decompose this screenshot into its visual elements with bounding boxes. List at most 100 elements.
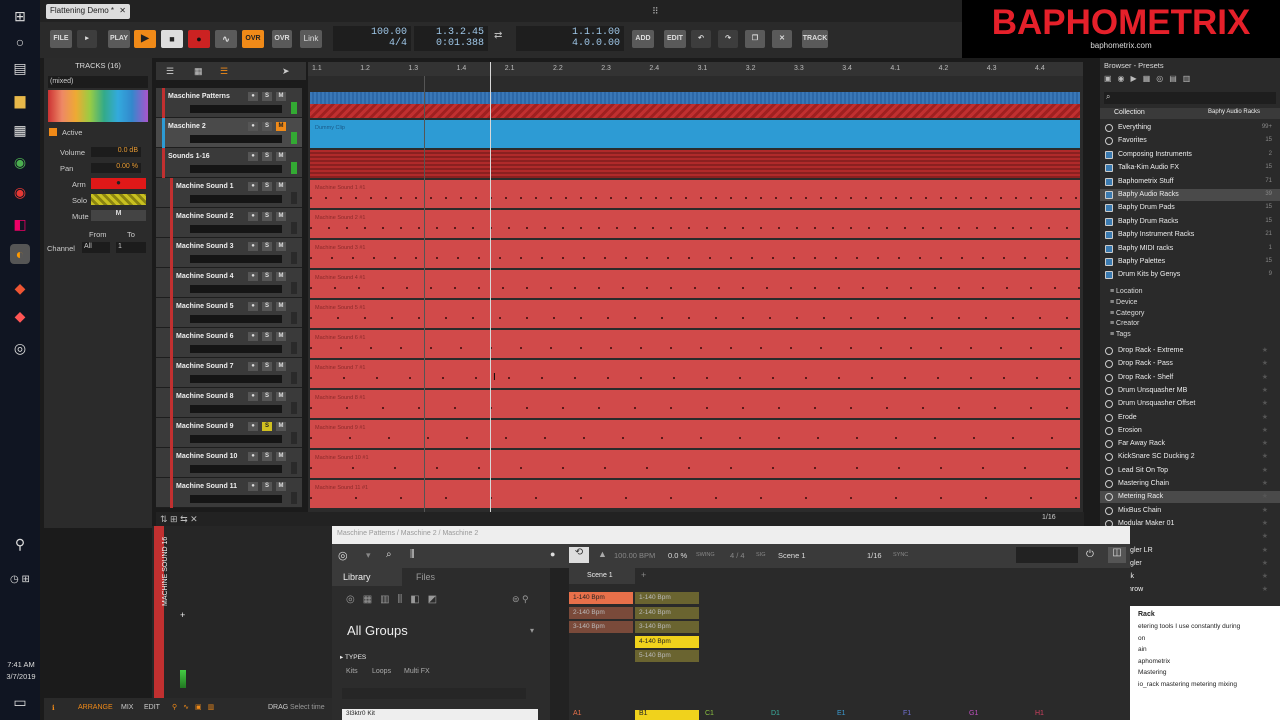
collection-item[interactable]: Baphy Palettes 15 (1100, 256, 1280, 268)
collection-item[interactable]: Baphy Audio Racks 39 (1100, 189, 1280, 201)
track-solo-button[interactable]: S (262, 302, 272, 311)
punch-icon[interactable]: ⇄ (494, 30, 502, 41)
app4-icon[interactable]: ◆ (10, 306, 30, 326)
track-mute-button[interactable]: M (276, 92, 286, 101)
preset-item[interactable]: Erode ★ (1100, 412, 1280, 424)
track-volume-fader[interactable] (190, 405, 282, 413)
ovr-button[interactable]: OVR (242, 30, 264, 48)
track-solo-button[interactable]: S (262, 392, 272, 401)
folder-icon[interactable]: ▆ (10, 90, 30, 110)
track-mute-button[interactable]: M (276, 452, 286, 461)
ovr2-button[interactable]: OVR (272, 30, 292, 48)
tempo-display[interactable]: 100.00 4/4 (333, 26, 411, 51)
stop-button[interactable]: ■ (161, 30, 183, 48)
track-volume-fader[interactable] (190, 195, 282, 203)
chrome-icon[interactable]: ◉ (10, 152, 30, 172)
favorite-star-icon[interactable]: ★ (1262, 492, 1268, 500)
pattern-clip[interactable]: 3-140 Bpm (569, 621, 633, 634)
vivaldi-icon[interactable]: ◉ (10, 182, 30, 202)
group-tab[interactable]: G1 (965, 710, 1029, 720)
ruler[interactable]: 1.1 1.2 1.3 1.4 2.1 2.2 2.3 2.4 3.1 3.2 3.3 3.4 4.1 4… (308, 62, 1083, 76)
track-mute-button[interactable]: M (276, 212, 286, 221)
maschine-grid[interactable]: 1/16 (867, 551, 882, 560)
preset-item[interactable]: Lead Sit On Top ★ (1100, 465, 1280, 477)
preset-item[interactable]: Drop Rack - Pass ★ (1100, 358, 1280, 370)
track-header[interactable]: Machine Sound 3 ● S M (156, 238, 302, 268)
preset-item[interactable]: Drum Unsquasher Offset ★ (1100, 398, 1280, 410)
track-solo-button[interactable]: S (262, 422, 272, 431)
group-tab[interactable]: E1 (833, 710, 897, 720)
search-icon[interactable]: ○ (10, 32, 30, 52)
preset-item[interactable]: MixBus Chain ★ (1100, 505, 1280, 517)
people-icon[interactable]: ⚲ (10, 534, 30, 554)
track-header[interactable]: Machine Sound 7 ● S M (156, 358, 302, 388)
track-mute-button[interactable]: M (276, 272, 286, 281)
info-icon[interactable]: ℹ (52, 704, 55, 712)
pattern-clip[interactable]: 1-140 Bpm (569, 592, 633, 604)
position-display[interactable]: 1.3.2.45 0:01.388 (414, 26, 488, 51)
arm-button[interactable]: ● (91, 178, 146, 189)
mute-button[interactable]: M (91, 210, 146, 221)
collection-header[interactable]: Collection Baphy Audio Racks (1100, 108, 1280, 119)
collection-item[interactable]: Baphometrix Stuff 71 (1100, 176, 1280, 188)
track-record-button[interactable]: ● (248, 92, 258, 101)
track-solo-button[interactable]: S (262, 482, 272, 491)
track-name-field[interactable]: (mixed) (48, 76, 148, 88)
group-tab[interactable]: A1 (569, 710, 633, 720)
clip-lane[interactable]: Machine Sound 7 #1 (310, 360, 1080, 388)
preset-item[interactable]: Drop Rack - Shelf ★ (1100, 372, 1280, 384)
play-button[interactable]: ▶ (134, 30, 156, 48)
track-button[interactable]: TRACK (802, 30, 828, 48)
track-header[interactable]: Machine Sound 5 ● S M (156, 298, 302, 328)
track-header[interactable]: Maschine 2 ● S M (156, 118, 302, 148)
track-mute-button[interactable]: M (276, 332, 286, 341)
track-volume-fader[interactable] (190, 255, 282, 263)
clip-lane[interactable] (310, 92, 1080, 118)
favorite-star-icon[interactable]: ★ (1262, 572, 1268, 580)
color-palette[interactable] (48, 90, 148, 122)
favorite-star-icon[interactable]: ★ (1262, 452, 1268, 460)
track-mute-button[interactable]: M (276, 482, 286, 491)
browser-icon[interactable]: ⌕ (386, 549, 392, 560)
task-view-icon[interactable]: ▤ (10, 58, 30, 78)
track-header[interactable]: Machine Sound 1 ● S M (156, 178, 302, 208)
track-volume-fader[interactable] (190, 165, 282, 173)
track-mute-button[interactable]: M (276, 422, 286, 431)
project-tab[interactable]: Flattening Demo * ✕ (46, 4, 130, 19)
maschine-logo-icon[interactable]: ◎ (338, 549, 348, 562)
collection-item[interactable]: Baphy Drum Pads 15 (1100, 202, 1280, 214)
track-solo-button[interactable]: S (262, 92, 272, 101)
track-record-button[interactable]: ● (248, 482, 258, 491)
track-record-button[interactable]: ● (248, 452, 258, 461)
track-record-button[interactable]: ● (248, 242, 258, 251)
clip-lane[interactable]: Machine Sound 4 #1 (310, 270, 1080, 298)
preset-item[interactable]: Metering Rack ★ (1100, 491, 1280, 504)
hardware-icon[interactable]: ◫ (1108, 547, 1126, 563)
windows-start-icon[interactable]: ⊞ (10, 6, 30, 26)
track-record-button[interactable]: ● (248, 212, 258, 221)
browser-filter-section[interactable]: ≡ Device (1110, 299, 1137, 306)
track-header[interactable]: Machine Sound 11 ● S M (156, 478, 302, 508)
preset-item[interactable]: Drum Unsquasher MB ★ (1100, 385, 1280, 397)
browser-filter-section[interactable]: ≡ Tags (1110, 331, 1131, 338)
track-mute-button[interactable]: M (276, 122, 286, 131)
multifx-filter[interactable]: Multi FX (404, 668, 430, 675)
track-mute-button[interactable]: M (276, 182, 286, 191)
power-icon[interactable]: ⏻ (1086, 549, 1094, 560)
tray-icons[interactable]: ◷ ⊞ (10, 570, 30, 590)
preset-item[interactable]: KickSnare SC Ducking 2 ★ (1100, 451, 1280, 463)
delete-icon[interactable]: ✕ (772, 30, 792, 48)
edit-tab[interactable]: EDIT (144, 704, 160, 711)
favorite-star-icon[interactable]: ★ (1262, 506, 1268, 514)
playhead[interactable] (490, 62, 491, 512)
mixer-icon[interactable]: ⫼ (410, 549, 415, 560)
pattern-clip[interactable]: 3-140 Bpm (635, 621, 699, 634)
collection-item[interactable]: Composing Instruments 2 (1100, 149, 1280, 161)
clip-lane[interactable]: Dummy Clip (310, 120, 1080, 148)
preset-item[interactable]: Far Away Rack ★ (1100, 438, 1280, 450)
track-record-button[interactable]: ● (248, 302, 258, 311)
edit-button[interactable]: EDIT (664, 30, 686, 48)
browser-filter-section[interactable]: ≡ Location (1110, 288, 1143, 295)
track-volume-fader[interactable] (190, 465, 282, 473)
favorite-star-icon[interactable]: ★ (1262, 439, 1268, 447)
